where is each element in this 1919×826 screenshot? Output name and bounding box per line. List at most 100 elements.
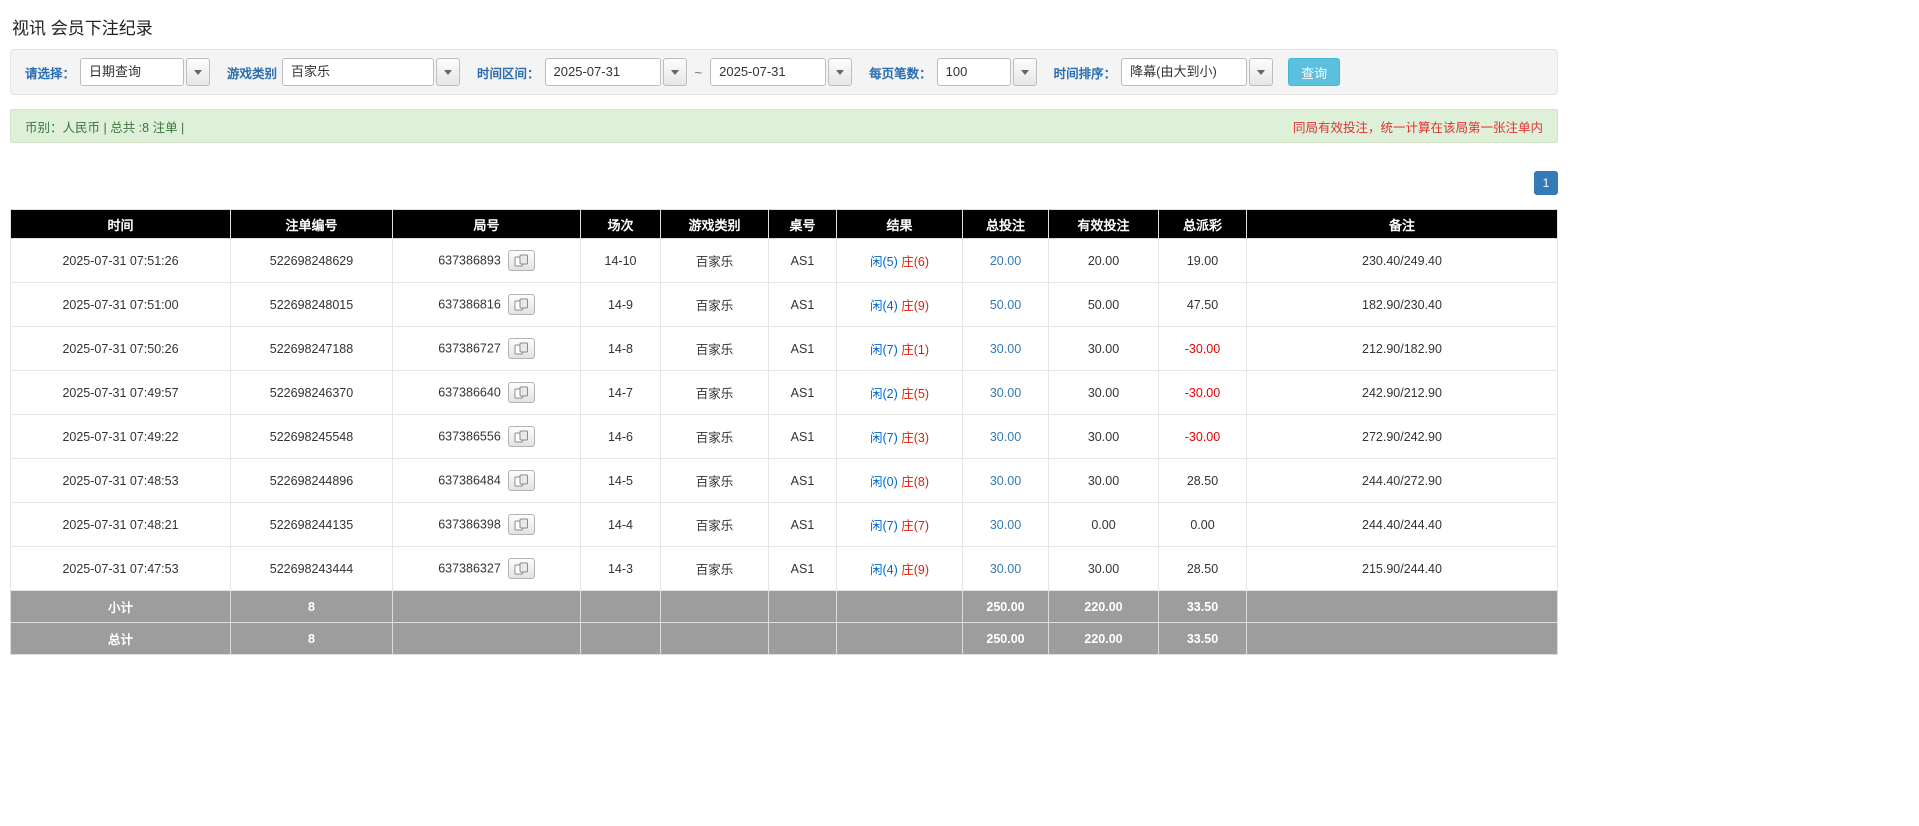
total-bet-link[interactable]: 20.00 (990, 254, 1021, 268)
subtotal-row: 小计 8 250.00 220.00 33.50 (10, 590, 1558, 623)
cell-table-no: AS1 (768, 282, 837, 327)
view-cards-button[interactable] (507, 558, 535, 579)
cell-total-bet: 30.00 (962, 370, 1049, 415)
bet-records-table: 时间 注单编号 局号 场次 游戏类别 桌号 结果 总投注 有效投注 总派彩 备注 2025-07-3… (10, 209, 1558, 655)
page-size-value[interactable]: 100 (936, 58, 1011, 86)
table-row: 2025-07-31 07:48:53 522698244896 637386484… (10, 458, 1558, 503)
col-total-bet: 总投注 (962, 209, 1049, 239)
result-player: 闲(0) (869, 475, 898, 489)
result-player: 闲(7) (869, 343, 898, 357)
date-range-separator: ~ (694, 64, 703, 80)
game-type-value[interactable]: 百家乐 (282, 58, 435, 86)
round-id-text: 637386484 (438, 473, 501, 488)
cell-total-bet: 20.00 (962, 238, 1049, 283)
date-to-value[interactable]: 2025-07-31 (710, 58, 827, 86)
total-bet-link[interactable]: 30.00 (990, 562, 1021, 576)
result-banker: 庄(5) (901, 387, 930, 401)
result-player: 闲(7) (869, 519, 898, 533)
cell-valid-bet: 30.00 (1048, 414, 1159, 459)
cell-game-type: 百家乐 (660, 370, 769, 415)
date-from-dropdown-arrow-icon[interactable] (662, 58, 687, 86)
total-bet-link[interactable]: 30.00 (990, 386, 1021, 400)
cards-icon (514, 562, 528, 575)
view-cards-button[interactable] (507, 338, 535, 359)
view-cards-button[interactable] (507, 250, 535, 271)
col-session: 场次 (580, 209, 661, 239)
page-size-combobox[interactable]: 100 (936, 58, 1037, 86)
caret-down-icon (194, 69, 203, 75)
total-row: 总计 8 250.00 220.00 33.50 (10, 622, 1558, 655)
cell-valid-bet: 30.00 (1048, 546, 1159, 591)
cell-table-no: AS1 (768, 370, 837, 415)
page-title: 视讯 会员下注纪录 (12, 19, 153, 38)
table-body: 2025-07-31 07:51:26 522698248629 637386893… (10, 238, 1558, 591)
cell-payout: 47.50 (1158, 282, 1247, 327)
view-cards-button[interactable] (507, 514, 535, 535)
date-range-label: 时间区间： (477, 66, 540, 81)
game-type-dropdown-arrow-icon[interactable] (436, 58, 461, 86)
date-from-value[interactable]: 2025-07-31 (544, 58, 661, 86)
query-type-combobox[interactable]: 日期查询 (80, 58, 211, 86)
game-type-combobox[interactable]: 百家乐 (282, 58, 461, 86)
time-sort-dropdown-arrow-icon[interactable] (1249, 58, 1274, 86)
cell-bet-id: 522698248629 (230, 238, 393, 283)
total-bet-link[interactable]: 30.00 (990, 430, 1021, 444)
col-time: 时间 (10, 209, 231, 239)
total-bet-link[interactable]: 30.00 (990, 342, 1021, 356)
view-cards-button[interactable] (507, 382, 535, 403)
result-banker: 庄(7) (901, 519, 930, 533)
round-id-text: 637386727 (438, 341, 501, 356)
cell-game-type: 百家乐 (660, 458, 769, 503)
cell-game-type: 百家乐 (660, 546, 769, 591)
result-banker: 庄(6) (901, 255, 930, 269)
result-banker: 庄(9) (901, 299, 930, 313)
view-cards-button[interactable] (507, 426, 535, 447)
subtotal-empty-note (1246, 590, 1558, 623)
cell-bet-id: 522698244896 (230, 458, 393, 503)
cell-table-no: AS1 (768, 414, 837, 459)
total-payout: 33.50 (1158, 622, 1247, 655)
round-id-text: 637386327 (438, 561, 501, 576)
page-size-dropdown-arrow-icon[interactable] (1012, 58, 1037, 86)
cell-note: 212.90/182.90 (1246, 326, 1558, 371)
cell-session: 14-9 (580, 282, 661, 327)
cell-game-type: 百家乐 (660, 414, 769, 459)
cell-time: 2025-07-31 07:50:26 (10, 326, 231, 371)
total-total-bet: 250.00 (962, 622, 1049, 655)
time-sort-combobox[interactable]: 降幕(由大到小) (1121, 58, 1274, 86)
filter-bar: 请选择： 日期查询 游戏类别 百家乐 时间区间： 2025-07-31 ~ 20… (10, 49, 1558, 95)
time-sort-value[interactable]: 降幕(由大到小) (1121, 58, 1248, 86)
subtotal-valid-bet: 220.00 (1048, 590, 1159, 623)
date-from-combobox[interactable]: 2025-07-31 (544, 58, 687, 86)
total-bet-link[interactable]: 50.00 (990, 298, 1021, 312)
cell-bet-id: 522698248015 (230, 282, 393, 327)
table-row: 2025-07-31 07:49:57 522698246370 637386640… (10, 370, 1558, 415)
caret-down-icon (1020, 69, 1029, 75)
query-type-dropdown-arrow-icon[interactable] (186, 58, 211, 86)
total-bet-link[interactable]: 30.00 (990, 474, 1021, 488)
date-to-combobox[interactable]: 2025-07-31 (710, 58, 853, 86)
date-to-dropdown-arrow-icon[interactable] (828, 58, 853, 86)
view-cards-button[interactable] (507, 294, 535, 315)
cell-bet-id: 522698243444 (230, 546, 393, 591)
cell-note: 215.90/244.40 (1246, 546, 1558, 591)
total-bet-link[interactable]: 30.00 (990, 518, 1021, 532)
result-player: 闲(2) (869, 387, 898, 401)
result-player: 闲(7) (869, 431, 898, 445)
col-valid-bet: 有效投注 (1048, 209, 1159, 239)
view-cards-button[interactable] (507, 470, 535, 491)
cell-result: 闲(7) 庄(3) (836, 414, 963, 459)
page-button-1[interactable]: 1 (1534, 171, 1558, 195)
query-type-value[interactable]: 日期查询 (80, 58, 185, 86)
subtotal-empty-round (392, 590, 581, 623)
search-button[interactable]: 查询 (1288, 58, 1341, 86)
cell-session: 14-5 (580, 458, 661, 503)
summary-notice: 同局有效投注，统一计算在该局第一张注单内 (1292, 120, 1543, 135)
cell-note: 230.40/249.40 (1246, 238, 1558, 283)
table-header-row: 时间 注单编号 局号 场次 游戏类别 桌号 结果 总投注 有效投注 总派彩 备注 (10, 209, 1558, 239)
cell-payout: 19.00 (1158, 238, 1247, 283)
cell-bet-id: 522698247188 (230, 326, 393, 371)
result-banker: 庄(8) (901, 475, 930, 489)
result-player: 闲(5) (869, 255, 898, 269)
cell-table-no: AS1 (768, 238, 837, 283)
